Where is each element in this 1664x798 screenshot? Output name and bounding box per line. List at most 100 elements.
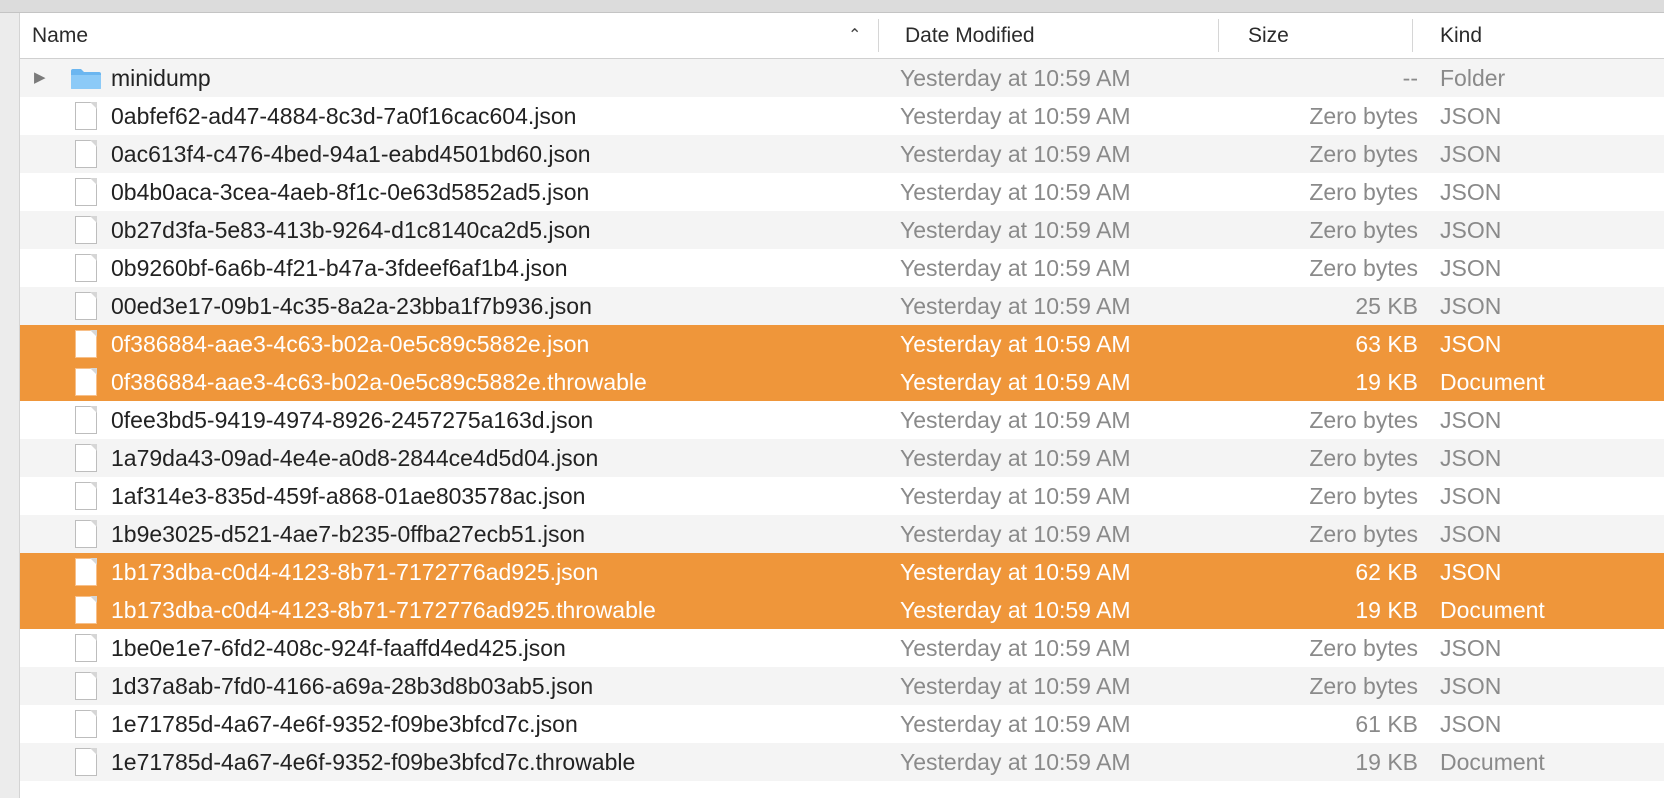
file-row[interactable]: 1be0e1e7-6fd2-408c-924f-faaffd4ed425.jso… xyxy=(20,629,1664,667)
file-row[interactable]: 1e71785d-4a67-4e6f-9352-f09be3bfcd7c.jso… xyxy=(20,705,1664,743)
file-row[interactable]: 00ed3e17-09b1-4c35-8a2a-23bba1f7b936.jso… xyxy=(20,287,1664,325)
file-kind: JSON xyxy=(1440,673,1502,699)
file-name: 00ed3e17-09b1-4c35-8a2a-23bba1f7b936.jso… xyxy=(111,293,592,319)
file-size: Zero bytes xyxy=(1309,407,1418,433)
sidebar-edge xyxy=(0,13,20,798)
file-kind: JSON xyxy=(1440,179,1502,205)
file-kind: Document xyxy=(1440,597,1545,623)
date-modified: Yesterday at 10:59 AM xyxy=(900,407,1131,433)
file-name: minidump xyxy=(111,65,211,91)
date-modified: Yesterday at 10:59 AM xyxy=(900,331,1131,357)
file-kind: JSON xyxy=(1440,635,1502,661)
column-header-date-modified[interactable]: Date Modified xyxy=(905,13,1205,58)
file-row[interactable]: 1e71785d-4a67-4e6f-9352-f09be3bfcd7c.thr… xyxy=(20,743,1664,781)
date-modified: Yesterday at 10:59 AM xyxy=(900,103,1131,129)
date-modified: Yesterday at 10:59 AM xyxy=(900,635,1131,661)
document-icon xyxy=(75,254,97,282)
file-size: -- xyxy=(1402,65,1418,91)
file-row[interactable]: 0b27d3fa-5e83-413b-9264-d1c8140ca2d5.jso… xyxy=(20,211,1664,249)
file-name: 1b173dba-c0d4-4123-8b71-7172776ad925.jso… xyxy=(111,559,599,585)
document-icon xyxy=(75,330,97,358)
document-icon xyxy=(75,368,97,396)
file-kind: Folder xyxy=(1440,65,1506,91)
file-name: 0f386884-aae3-4c63-b02a-0e5c89c5882e.jso… xyxy=(111,331,590,357)
file-row[interactable]: 0abfef62-ad47-4884-8c3d-7a0f16cac604.jso… xyxy=(20,97,1664,135)
document-icon xyxy=(75,558,97,586)
file-name: 1b173dba-c0d4-4123-8b71-7172776ad925.thr… xyxy=(111,597,656,623)
file-size: Zero bytes xyxy=(1309,483,1418,509)
file-name: 0b27d3fa-5e83-413b-9264-d1c8140ca2d5.jso… xyxy=(111,217,591,243)
file-size: Zero bytes xyxy=(1309,255,1418,281)
file-kind: JSON xyxy=(1440,521,1502,547)
document-icon xyxy=(75,292,97,320)
column-divider[interactable] xyxy=(1218,19,1219,52)
document-icon xyxy=(75,748,97,776)
document-icon xyxy=(75,216,97,244)
column-divider[interactable] xyxy=(878,19,879,52)
file-row[interactable]: 1b173dba-c0d4-4123-8b71-7172776ad925.thr… xyxy=(20,591,1664,629)
file-name: 1b9e3025-d521-4ae7-b235-0ffba27ecb51.jso… xyxy=(111,521,586,547)
file-kind: JSON xyxy=(1440,255,1502,281)
file-name: 0fee3bd5-9419-4974-8926-2457275a163d.jso… xyxy=(111,407,594,433)
file-size: Zero bytes xyxy=(1309,141,1418,167)
file-name: 0ac613f4-c476-4bed-94a1-eabd4501bd60.jso… xyxy=(111,141,591,167)
file-list-view[interactable]: Name ⌃ Date Modified Size Kind ▶ minidump… xyxy=(20,13,1664,798)
file-row[interactable]: 0b9260bf-6a6b-4f21-b47a-3fdeef6af1b4.jso… xyxy=(20,249,1664,287)
file-kind: Document xyxy=(1440,749,1545,775)
file-size: Zero bytes xyxy=(1309,635,1418,661)
date-modified: Yesterday at 10:59 AM xyxy=(900,597,1131,623)
file-size: Zero bytes xyxy=(1309,217,1418,243)
column-header-bar: Name ⌃ Date Modified Size Kind xyxy=(20,13,1664,59)
file-row[interactable]: 1b173dba-c0d4-4123-8b71-7172776ad925.jso… xyxy=(20,553,1664,591)
file-kind: JSON xyxy=(1440,103,1502,129)
file-row[interactable]: 0fee3bd5-9419-4974-8926-2457275a163d.jso… xyxy=(20,401,1664,439)
file-kind: JSON xyxy=(1440,483,1502,509)
file-kind: JSON xyxy=(1440,445,1502,471)
date-modified: Yesterday at 10:59 AM xyxy=(900,65,1131,91)
date-modified: Yesterday at 10:59 AM xyxy=(900,749,1131,775)
document-icon xyxy=(75,140,97,168)
file-kind: JSON xyxy=(1440,141,1502,167)
file-size: Zero bytes xyxy=(1309,103,1418,129)
file-size: Zero bytes xyxy=(1309,179,1418,205)
file-name: 1a79da43-09ad-4e4e-a0d8-2844ce4d5d04.jso… xyxy=(111,445,599,471)
disclosure-triangle-icon[interactable]: ▶ xyxy=(34,59,46,97)
file-row[interactable]: 1d37a8ab-7fd0-4166-a69a-28b3d8b03ab5.jso… xyxy=(20,667,1664,705)
file-size: 19 KB xyxy=(1355,749,1418,775)
column-divider[interactable] xyxy=(1412,19,1413,52)
folder-row[interactable]: ▶ minidump Yesterday at 10:59 AM -- Folder xyxy=(20,59,1664,97)
folder-icon xyxy=(71,69,101,89)
file-row[interactable]: 0f386884-aae3-4c63-b02a-0e5c89c5882e.thr… xyxy=(20,363,1664,401)
file-size: 61 KB xyxy=(1355,711,1418,737)
date-modified: Yesterday at 10:59 AM xyxy=(900,255,1131,281)
column-header-size[interactable]: Size xyxy=(1248,13,1408,58)
column-header-name[interactable]: Name xyxy=(32,13,842,58)
file-size: Zero bytes xyxy=(1309,673,1418,699)
date-modified: Yesterday at 10:59 AM xyxy=(900,559,1131,585)
file-row[interactable]: 1af314e3-835d-459f-a868-01ae803578ac.jso… xyxy=(20,477,1664,515)
file-name: 0abfef62-ad47-4884-8c3d-7a0f16cac604.jso… xyxy=(111,103,577,129)
file-row[interactable]: 1b9e3025-d521-4ae7-b235-0ffba27ecb51.jso… xyxy=(20,515,1664,553)
file-name: 1af314e3-835d-459f-a868-01ae803578ac.jso… xyxy=(111,483,586,509)
file-row[interactable]: 0f386884-aae3-4c63-b02a-0e5c89c5882e.jso… xyxy=(20,325,1664,363)
date-modified: Yesterday at 10:59 AM xyxy=(900,673,1131,699)
window-top-edge xyxy=(0,0,1664,13)
file-kind: JSON xyxy=(1440,407,1502,433)
file-size: Zero bytes xyxy=(1309,445,1418,471)
date-modified: Yesterday at 10:59 AM xyxy=(900,521,1131,547)
file-row[interactable]: 1a79da43-09ad-4e4e-a0d8-2844ce4d5d04.jso… xyxy=(20,439,1664,477)
document-icon xyxy=(75,444,97,472)
column-header-kind[interactable]: Kind xyxy=(1440,13,1660,58)
file-size: 62 KB xyxy=(1355,559,1418,585)
file-name: 0b9260bf-6a6b-4f21-b47a-3fdeef6af1b4.jso… xyxy=(111,255,568,281)
file-row[interactable]: 0b4b0aca-3cea-4aeb-8f1c-0e63d5852ad5.jso… xyxy=(20,173,1664,211)
document-icon xyxy=(75,596,97,624)
date-modified: Yesterday at 10:59 AM xyxy=(900,711,1131,737)
date-modified: Yesterday at 10:59 AM xyxy=(900,483,1131,509)
file-row[interactable]: 0ac613f4-c476-4bed-94a1-eabd4501bd60.jso… xyxy=(20,135,1664,173)
file-name: 1e71785d-4a67-4e6f-9352-f09be3bfcd7c.thr… xyxy=(111,749,636,775)
document-icon xyxy=(75,482,97,510)
chevron-up-icon[interactable]: ⌃ xyxy=(848,13,861,58)
file-kind: JSON xyxy=(1440,559,1502,585)
date-modified: Yesterday at 10:59 AM xyxy=(900,179,1131,205)
